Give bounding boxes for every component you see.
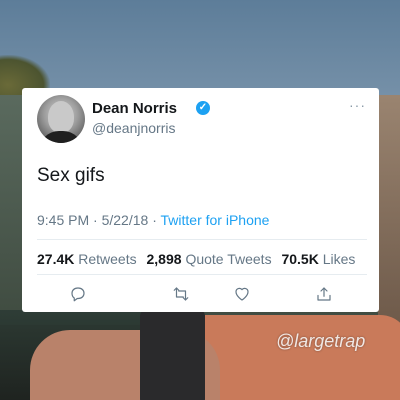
tweet-time[interactable]: 9:45 PM — [37, 212, 89, 228]
tweet-meta: 9:45 PM · 5/22/18 · Twitter for iPhone — [37, 212, 269, 228]
more-horizontal-icon[interactable]: ··· — [349, 97, 366, 113]
avatar-head — [48, 101, 74, 133]
meta-separator-2: · — [152, 212, 157, 228]
tweet-stats: 27.4K Retweets 2,898 Quote Tweets 70.5K … — [37, 251, 355, 267]
avatar[interactable] — [37, 95, 85, 143]
quote-tweets-stat[interactable]: 2,898 Quote Tweets — [147, 251, 272, 267]
user-handle[interactable]: @deanjnorris — [92, 120, 175, 136]
meta-separator: · — [93, 212, 98, 228]
retweet-button[interactable] — [167, 280, 195, 308]
retweets-count: 27.4K — [37, 251, 75, 267]
retweet-icon — [173, 287, 189, 301]
quote-count: 2,898 — [146, 251, 182, 267]
tweet-card: Dean Norris ✓ @deanjnorris ··· Sex gifs … — [22, 88, 379, 312]
avatar-shoulders — [39, 131, 83, 143]
quote-label: Quote Tweets — [185, 251, 272, 267]
retweets-label: Retweets — [78, 251, 137, 267]
reply-button[interactable] — [64, 280, 92, 308]
share-icon — [317, 287, 331, 301]
likes-stat[interactable]: 70.5K Likes — [281, 251, 355, 267]
divider — [37, 239, 367, 240]
tweet-text: Sex gifs — [37, 165, 105, 186]
divider — [37, 274, 367, 275]
like-heart-icon — [235, 287, 249, 301]
retweets-stat[interactable]: 27.4K Retweets — [37, 251, 137, 267]
background-right-wall — [378, 95, 400, 325]
reply-icon — [71, 287, 85, 302]
watermark: @largetrap — [276, 331, 366, 351]
share-button[interactable] — [310, 280, 338, 308]
tweet-date[interactable]: 5/22/18 — [102, 212, 149, 228]
background-sky — [0, 0, 400, 95]
tweet-actions — [22, 280, 379, 308]
background-phone — [140, 310, 205, 400]
verified-badge-icon: ✓ — [196, 101, 210, 115]
likes-count: 70.5K — [281, 251, 319, 267]
like-button[interactable] — [228, 280, 256, 308]
display-name[interactable]: Dean Norris — [92, 100, 177, 117]
likes-label: Likes — [322, 251, 356, 267]
tweet-source-link[interactable]: Twitter for iPhone — [161, 212, 270, 228]
